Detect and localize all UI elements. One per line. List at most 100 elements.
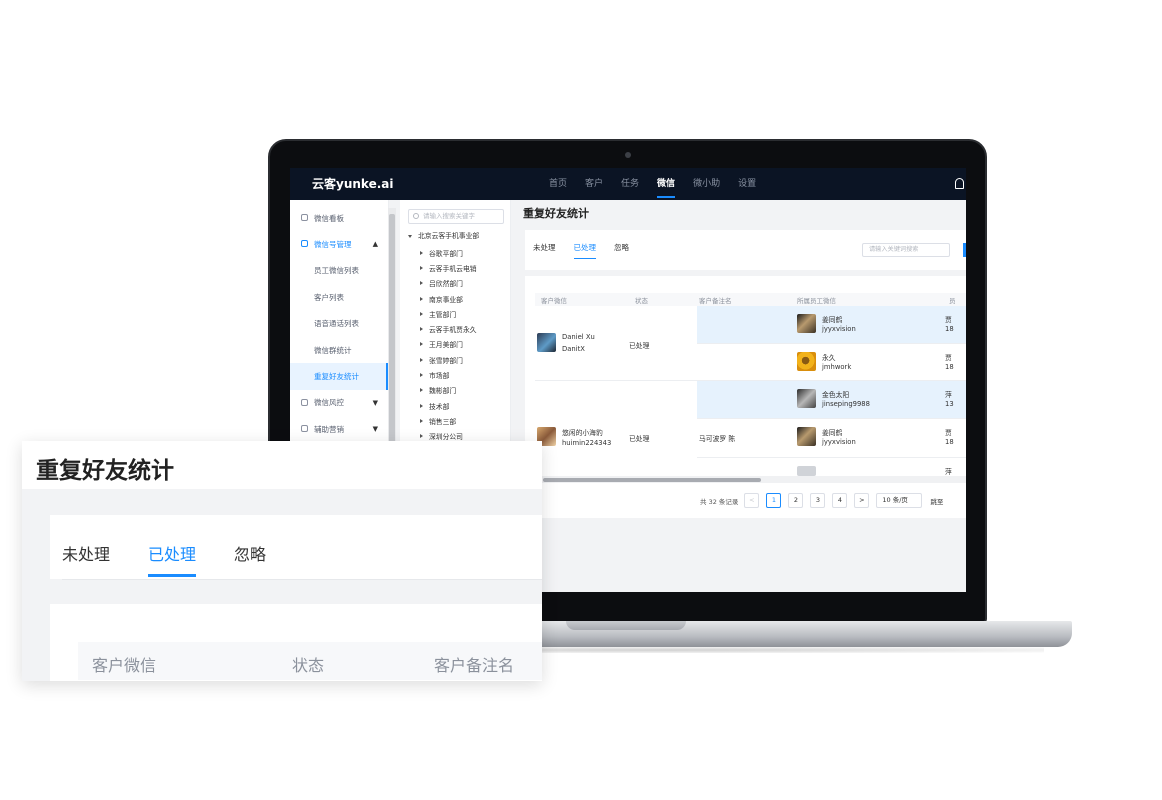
phone-icon [301,240,308,248]
employee-name: 永久 [822,354,836,362]
column-header: 员 [949,297,956,305]
zoom-table-header: 客户微信 状态 客户备注名 [78,642,542,680]
employee-extra: 18 [945,363,954,371]
tab-ignored[interactable]: 忽略 [614,242,629,259]
sidebar-item-label: 员工微信列表 [314,266,359,276]
sidebar-item-label: 微信看板 [314,213,344,223]
search-icon [413,213,419,219]
tab-unprocessed[interactable]: 未处理 [533,242,556,259]
bell-icon[interactable] [955,178,964,189]
tree-node-label: 吕欣然部门 [429,280,463,289]
page-button[interactable]: 4 [832,493,848,508]
tree-node-label: 魏彬部门 [429,387,457,396]
page-title: 重复好友统计 [523,207,589,220]
sidebar-item-marketing[interactable]: 辅助营销 ▼ [290,416,388,442]
sidebar-item-staff-wechat[interactable]: 员工微信列表 [290,258,388,284]
tree-node[interactable]: 南京事业部 [420,291,477,306]
tree-search-input[interactable]: 请输入搜索关键字 [408,209,504,224]
table-scroll-thumb[interactable] [543,478,761,482]
sidebar-item-duplicate-friends[interactable]: 重复好友统计 [290,363,388,391]
page-button[interactable]: 1 [766,493,782,508]
page-button[interactable]: 3 [810,493,826,508]
caret-right-icon [420,265,423,270]
search-button[interactable] [963,243,966,257]
page-button[interactable]: 2 [788,493,804,508]
sidebar-item-customers[interactable]: 客户列表 [290,284,388,310]
nav-item-home[interactable]: 首页 [540,168,576,200]
tree-node[interactable]: 云客手机贾永久 [420,321,477,336]
top-nav: 云客yunke.ai 首页 客户 任务 微信 微小助 设置 [290,168,966,200]
prev-page-button[interactable]: < [744,493,760,508]
jump-to-label: 跳至 [930,497,944,506]
customer-id: DanitX [562,345,585,353]
sidebar-item-dashboard[interactable]: 微信看板 [290,205,388,231]
row-divider [697,418,966,419]
tree-node[interactable]: 主管部门 [420,306,477,321]
filter-card: 未处理 已处理 忽略 请输入关键词搜索 [525,230,966,270]
tab-unprocessed[interactable]: 未处理 [62,541,110,577]
avatar [797,466,816,476]
employee-extra: 18 [945,325,954,333]
tab-ignored[interactable]: 忽略 [234,541,266,577]
page-size-select[interactable]: 10 条/页 [876,493,923,508]
tree-node[interactable]: 云客手机云电销 [420,260,477,275]
tree-node[interactable]: 王月美部门 [420,337,477,352]
tree-root-node[interactable]: 北京云客手机事业部 [408,230,479,240]
laptop-notch [566,621,686,630]
nav-item-wechat[interactable]: 微信 [648,168,684,200]
camera-icon [625,152,631,158]
nav-item-assistant[interactable]: 微小助 [684,168,729,200]
nav-item-customers[interactable]: 客户 [576,168,612,200]
caret-right-icon [420,357,423,362]
sidebar-item-label: 微信号管理 [314,240,352,250]
brand-logo[interactable]: 云客yunke.ai [312,175,393,192]
tree-node[interactable]: 技术部 [420,398,477,413]
column-header: 状态 [292,656,325,675]
chevron-down-icon: ▼ [372,425,378,434]
tree-node-label: 谷歌平部门 [429,249,463,258]
column-header: 状态 [635,297,648,305]
sidebar-item-group-stats[interactable]: 微信群统计 [290,337,388,363]
tree-node[interactable]: 张雪婷部门 [420,352,477,367]
sidebar-item-label: 微信风控 [314,398,344,408]
sidebar-item-label: 语音通话列表 [314,319,359,329]
caret-right-icon [420,388,423,393]
caret-down-icon [408,235,412,238]
tree-node[interactable]: 市场部 [420,367,477,382]
tree-node[interactable]: 销售三部 [420,413,477,428]
employee-extra: 贾 [945,429,952,437]
sidebar-item-label: 微信群统计 [314,345,352,355]
next-page-button[interactable]: > [854,493,870,508]
sidebar-item-wechat-accounts[interactable]: 微信号管理 ▲ [290,231,388,257]
main-content: 重复好友统计 未处理 已处理 忽略 请输入关键词搜索 客户微信 状态 客户备注名… [517,200,966,592]
caret-right-icon [420,403,423,408]
zoom-page-title: 重复好友统计 [36,458,174,484]
tab-processed[interactable]: 已处理 [573,242,596,259]
employee-wechat: jinseping9988 [822,400,870,408]
duplicate-friends-table: 客户微信 状态 客户备注名 所属员工微信 员 Daniel Xu DanitX … [525,276,966,518]
caret-right-icon [420,342,423,347]
caret-right-icon [420,327,423,332]
sidebar-item-voice-calls[interactable]: 语音通话列表 [290,311,388,337]
sidebar-item-risk-control[interactable]: 微信风控 ▼ [290,390,388,416]
tree-node[interactable]: 谷歌平部门 [420,245,477,260]
keyword-search-input[interactable]: 请输入关键词搜索 [862,243,950,257]
nav-item-settings[interactable]: 设置 [729,168,765,200]
status-text: 已处理 [629,342,650,350]
tree-node[interactable]: 魏彬部门 [420,383,477,398]
sidebar-scroll-thumb[interactable] [389,214,395,444]
tree-node-label: 销售三部 [429,417,457,426]
tree-node[interactable]: 吕欣然部门 [420,276,477,291]
tab-processed[interactable]: 已处理 [148,541,197,577]
employee-extra: 贾 [945,316,952,324]
employee-wechat: jmhwork [822,363,852,371]
avatar [797,352,816,371]
employee-extra: 萍 [945,391,952,399]
sidebar-item-label: 客户列表 [314,292,344,302]
employee-wechat: jyyxvision [822,438,856,446]
column-header: 客户微信 [541,297,567,305]
tree-node-label: 云客手机贾永久 [429,326,477,335]
zoom-callout: 重复好友统计 未处理 已处理 忽略 客户微信 状态 客户备注名 [22,441,542,681]
nav-item-tasks[interactable]: 任务 [612,168,648,200]
avatar [537,333,556,352]
